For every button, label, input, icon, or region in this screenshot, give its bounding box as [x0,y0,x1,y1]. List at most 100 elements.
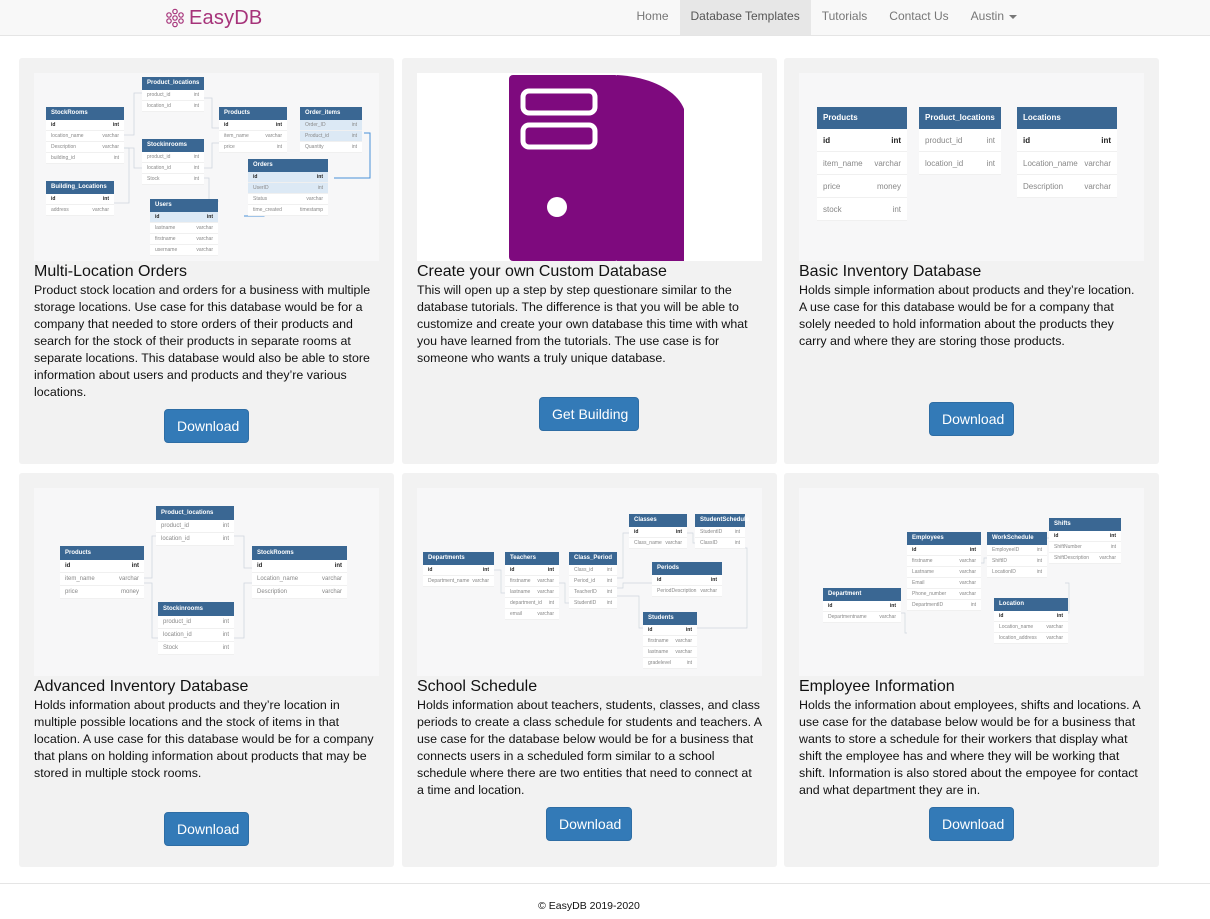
column-type: int [969,547,976,553]
diagram-thumbnail: Product_locations product_id int location_i… [34,488,379,676]
diagram-table-product-locations: Product_locations product_id int location_i… [919,107,1001,175]
column-name: Status [253,196,268,202]
table-column: id int [652,575,722,586]
column-name: Location_name [1023,159,1078,168]
column-type: varchar [1046,635,1063,641]
easydb-logo-icon [166,8,184,28]
column-type: varchar [1099,555,1116,561]
column-type: int [710,577,717,583]
diagram-thumbnail: Employees id int firstname varchar Lastname va… [799,488,1144,676]
column-name: Description [1023,182,1064,191]
column-name: Department_name [428,578,470,584]
card-title: Advanced Inventory Database [34,678,249,695]
column-name: id [257,563,263,569]
card-description: This will open up a step by step questio… [417,283,748,365]
diagram-table-product-locations: Product_locations product_id int location_i… [156,506,234,546]
column-name: id [155,214,160,220]
nav-database-templates[interactable]: Database Templates [679,0,811,35]
diagram-thumbnail: Products id int item_name varchar price money s… [799,73,1144,261]
nav-home[interactable]: Home [626,0,680,35]
table-column: StudentID int [569,598,617,609]
table-name: Location [994,598,1068,611]
diagram-table-classes: Classes id int Class_name varchar [629,514,687,549]
nav-contact-us[interactable]: Contact Us [878,0,959,35]
column-type: int [334,563,342,569]
column-name: StudentID [700,529,723,535]
table-column: Location_name varchar [994,622,1068,633]
column-type: int [276,144,282,150]
column-name: EmployeeID [992,547,1020,553]
table-name: Periods [652,562,722,575]
column-type: varchar [196,225,213,231]
nav-user-menu[interactable]: Austin [960,0,1028,35]
column-type: varchar [306,196,323,202]
table-column: location_id int [142,163,204,174]
diagram-table-shifts: Shifts id int ShiftNumber int ShiftDescriptio… [1049,518,1121,564]
column-name: UserID [253,185,269,191]
brand-name: EasyDB [189,6,263,29]
table-column: Class_id int [569,565,617,576]
table-column: lastname varchar [150,223,218,234]
diagram-table-workschedule: WorkSchedule EmployeeID int ShiftID int Locat… [987,532,1047,578]
table-column: product_id int [919,129,1001,152]
table-column: stock int [817,198,907,221]
table-column: id int [505,565,559,576]
column-type: varchar [675,649,692,655]
column-type: varchar [537,578,554,584]
table-column: product_id int [156,520,234,533]
user-name: Austin [970,9,1004,23]
table-name: Products [817,107,907,129]
table-column: item_name varchar [817,152,907,175]
download-button[interactable]: Download [164,812,249,846]
table-column: ShiftID int [987,556,1047,567]
column-type: int [275,122,282,128]
download-button[interactable]: Download [164,409,249,443]
column-name: price [65,589,79,595]
diagram-table-students: Students id int firstname varchar lastname var… [643,612,697,669]
table-column: Class_name varchar [629,538,687,549]
brand-link[interactable]: EasyDB [165,7,262,29]
column-name: time_created [253,207,282,213]
column-type: int [891,136,901,145]
table-column: id int [817,129,907,152]
table-column: time_created timestamp [248,205,328,216]
card-title: Employee Information [799,678,955,695]
column-name: id [1054,533,1059,539]
page-footer: © EasyDB 2019-2020 [0,883,1210,919]
column-name: Order_ID [305,122,326,128]
column-name: department_id [510,600,542,606]
column-name: id [51,122,56,128]
table-column: Email varchar [907,578,981,589]
column-type: varchar [675,638,692,644]
table-column: UserID int [248,183,328,194]
column-type: int [1109,533,1116,539]
column-type: varchar [959,580,976,586]
table-column: id int [252,560,347,573]
download-button[interactable]: Download [929,402,1014,436]
table-column: firstname varchar [150,234,218,245]
table-name: Products [219,107,287,120]
column-name: Phone_number [912,591,947,597]
column-name: id [828,603,833,609]
column-name: id [253,174,258,180]
nav-tutorials[interactable]: Tutorials [811,0,879,35]
download-button[interactable]: Download [546,807,632,841]
template-card-school-schedule: Departments id int Department_name varchar Te… [402,473,777,867]
column-type: money [120,589,139,595]
column-type: int [547,567,554,573]
column-name: item_name [224,133,249,139]
diagram-table-products: Products id int item_name varchar price int [219,107,287,153]
table-column: Order_ID int [300,120,362,131]
column-name: email [510,611,522,617]
table-column: Location_name varchar [252,573,347,586]
table-column: TeacherID int [569,587,617,598]
column-name: DepartmentID [912,602,944,608]
column-name: gradelevel [648,660,672,666]
table-name: Stockinrooms [158,602,234,616]
download-button[interactable]: Download [929,807,1014,841]
column-name: lastname [155,225,176,231]
column-type: int [734,540,740,546]
column-name: StudentID [574,600,597,606]
column-name: product_id [161,523,190,529]
get-building-button[interactable]: Get Building [539,397,639,431]
